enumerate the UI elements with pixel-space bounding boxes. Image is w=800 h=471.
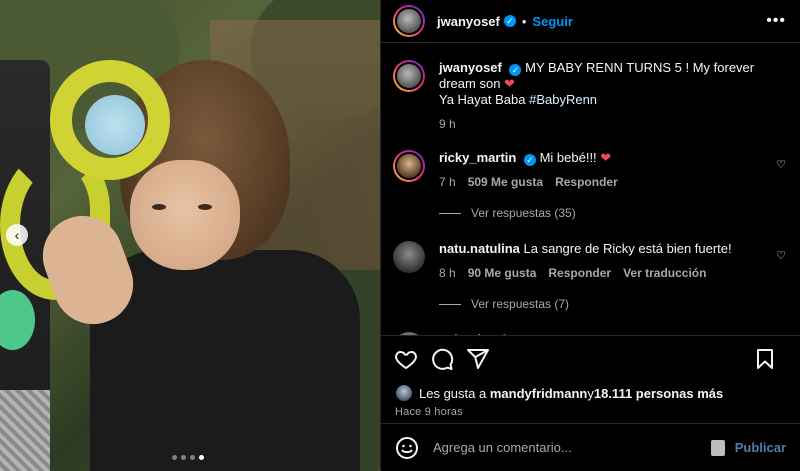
heart-emoji: ❤	[504, 76, 515, 91]
view-replies[interactable]: Ver respuestas (35)	[439, 206, 786, 220]
comment-time[interactable]: 8 h	[439, 265, 456, 281]
comment-likes[interactable]: 90 Me gusta	[468, 265, 537, 281]
likes-prefix: Les gusta a	[419, 385, 487, 401]
carousel-dots	[172, 455, 204, 460]
comment-icon[interactable]	[429, 346, 455, 372]
heart-emoji: ❤	[600, 150, 612, 165]
author-avatar[interactable]	[393, 60, 425, 92]
post-panel: jwanyosef ✓ • Seguir ••• jwanyosef ✓ MY …	[380, 0, 800, 471]
caption: jwanyosef ✓ MY BABY RENN TURNS 5 ! My fo…	[393, 60, 786, 132]
caption-line2: Ya Hayat Baba	[439, 92, 530, 107]
carousel-prev-button[interactable]: ‹	[6, 224, 28, 246]
comment-text: Mi bebé!!!	[539, 150, 597, 165]
follow-button[interactable]: Seguir	[532, 14, 572, 29]
view-replies-label[interactable]: Ver respuestas (7)	[471, 297, 569, 311]
emoji-icon[interactable]	[395, 436, 419, 460]
translate-button[interactable]: Ver traducción	[623, 265, 706, 281]
comment-text: La sangre de Ricky está bien fuerte!	[523, 241, 732, 256]
caption-time[interactable]: 9 h	[439, 116, 456, 132]
author-username[interactable]: jwanyosef	[437, 14, 500, 29]
author-avatar[interactable]	[393, 5, 425, 37]
adult-pants	[0, 390, 50, 471]
comment-username[interactable]: natu.natulina	[439, 241, 520, 256]
likes-count[interactable]: 18.111 personas más	[594, 386, 723, 401]
post-time[interactable]: Hace 9 horas	[381, 404, 800, 420]
carousel-dot	[199, 455, 204, 460]
comment-time[interactable]: 7 h	[439, 174, 456, 190]
post-header: jwanyosef ✓ • Seguir •••	[381, 0, 800, 43]
reply-button[interactable]: Responder	[548, 265, 611, 281]
carousel-dot	[172, 455, 177, 460]
post-photo[interactable]: ‹	[0, 0, 380, 471]
child-face	[130, 160, 240, 270]
action-bar	[381, 336, 800, 382]
share-icon[interactable]	[465, 346, 491, 372]
liker-username[interactable]: mandyfridmann	[490, 386, 588, 401]
comment-item: ricky_martin ✓ Mi bebé!!! ❤ 7 h 509 Me g…	[393, 150, 786, 190]
liker-avatar[interactable]	[395, 384, 413, 402]
comment-input[interactable]	[433, 440, 711, 455]
verified-icon: ✓	[523, 154, 536, 166]
bookmark-icon[interactable]	[752, 346, 778, 372]
carousel-dot	[190, 455, 195, 460]
scroll-handle-icon[interactable]	[710, 439, 725, 456]
comment-item: natu.natulina La sangre de Ricky está bi…	[393, 241, 786, 281]
comment-like-icon[interactable]: ♡	[776, 249, 786, 262]
commenter-avatar[interactable]	[393, 241, 425, 273]
publish-button[interactable]: Publicar	[735, 440, 786, 455]
comment-like-icon[interactable]: ♡	[776, 158, 786, 171]
verified-icon: ✓	[503, 15, 516, 27]
view-replies[interactable]: Ver respuestas (7)	[439, 297, 786, 311]
view-replies-label[interactable]: Ver respuestas (35)	[471, 206, 576, 220]
like-icon[interactable]	[393, 346, 419, 372]
hashtag-link[interactable]: #BabyRenn	[529, 92, 597, 107]
caption-username[interactable]: jwanyosef	[439, 60, 502, 75]
likes-summary: Les gusta a mandyfridmann y 18.111 perso…	[381, 382, 800, 404]
comment-composer: Publicar	[381, 423, 800, 471]
separator: •	[521, 13, 527, 29]
comments-list[interactable]: jwanyosef ✓ MY BABY RENN TURNS 5 ! My fo…	[381, 43, 800, 336]
comment-likes[interactable]: 509 Me gusta	[468, 174, 543, 190]
carousel-dot	[181, 455, 186, 460]
balloon-inner	[85, 95, 145, 155]
reply-button[interactable]: Responder	[555, 174, 618, 190]
more-options-icon[interactable]: •••	[766, 12, 786, 30]
commenter-avatar[interactable]	[393, 150, 425, 182]
comment-username[interactable]: ricky_martin	[439, 150, 516, 165]
verified-icon: ✓	[509, 64, 522, 76]
